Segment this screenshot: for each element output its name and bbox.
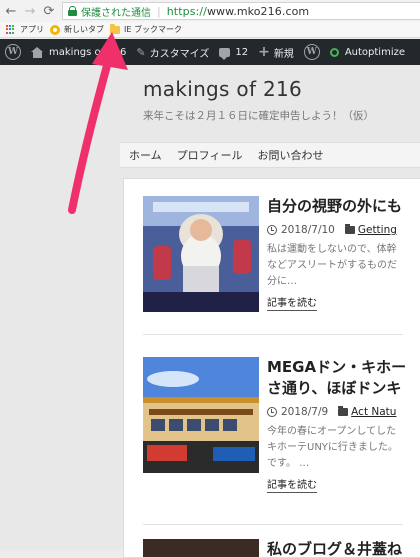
address-bar[interactable]: 保護された通信 | https://www.mko216.com — [62, 2, 420, 20]
post-thumbnail[interactable] — [143, 539, 259, 557]
new-content-menu[interactable]: + 新規 — [253, 39, 299, 65]
post-meta: 2018/7/9 Act Natu — [267, 406, 420, 418]
bookmark-label: IE ブックマーク — [124, 25, 182, 34]
bookmark-label: アプリ — [20, 25, 44, 34]
excerpt-line: 分に… — [267, 276, 297, 287]
excerpt-line: キホーテUNYに行きました。 — [267, 442, 398, 453]
post-divider — [143, 524, 403, 525]
thumbnail-image — [143, 196, 259, 312]
post-title-line: さ通り、ほぼドンキ — [267, 379, 402, 397]
excerpt-line: です。 … — [267, 458, 310, 469]
url-text: https://www.mko216.com — [167, 5, 310, 18]
brush-icon: ✎ — [136, 45, 146, 59]
post-thumbnail[interactable] — [143, 196, 259, 312]
bookmarks-bar: アプリ 新しいタブ IE ブックマーク — [0, 22, 420, 38]
read-more-link[interactable]: 記事を読む — [267, 476, 317, 493]
site-description: 来年こそは２月１６日に確定申告しよう！（仮） — [143, 110, 374, 122]
post-date: 2018/7/10 — [281, 224, 335, 236]
folder-icon — [338, 406, 349, 416]
bookmark-ie[interactable]: IE ブックマーク — [110, 22, 182, 38]
new-label: 新規 — [273, 48, 294, 60]
page: makings of 216 来年こそは２月１６日に確定申告しよう！（仮） ホー… — [0, 65, 420, 558]
wordpress-icon: W — [303, 44, 320, 60]
autoptimize-menu[interactable]: Autoptimize — [325, 39, 410, 65]
post-title[interactable]: 自分の視野の外にも — [267, 196, 420, 217]
site-name-menu[interactable]: makings of 216 — [26, 39, 131, 65]
comments-menu[interactable]: 12 — [214, 39, 253, 65]
post-body: 私のブログ＆井蓋ね — [267, 539, 420, 557]
autoptimize-label: Autoptimize — [344, 46, 405, 58]
secure-label: 保護された通信 — [81, 7, 151, 19]
excerpt-line: 今年の春にオープンしてした — [267, 426, 397, 437]
post-item: MEGAドン・キホー さ通り、ほぼドンキ 2018/7/9 Act Natu 今… — [143, 357, 420, 493]
back-button[interactable]: ← — [3, 3, 19, 19]
browser-toolbar: ← → ⟳ 保護された通信 | https://www.mko216.com — [0, 0, 420, 22]
post-body: 自分の視野の外にも 2018/7/10 Getting 私は運動をしないので、体… — [267, 196, 420, 311]
customize-menu[interactable]: ✎ カスタマイズ — [131, 39, 214, 65]
excerpt-line: などアスリートがするものだ — [267, 260, 397, 271]
comment-icon — [219, 47, 231, 60]
post-excerpt: 私は運動をしないので、体幹 などアスリートがするものだ 分に… — [267, 242, 420, 290]
customize-label: カスタマイズ — [149, 48, 210, 60]
post-title-line: MEGAドン・キホー — [267, 358, 407, 376]
bookmark-newtab[interactable]: 新しいタブ — [50, 22, 104, 38]
thumbnail-image — [143, 357, 259, 473]
nav-item-home[interactable]: ホーム — [129, 147, 162, 163]
wordpress-icon: W — [5, 44, 21, 60]
category-link[interactable]: Getting — [358, 224, 397, 236]
folder-icon — [344, 224, 355, 234]
site-header: makings of 216 来年こそは２月１６日に確定申告しよう！（仮） — [0, 65, 420, 142]
clock-icon — [267, 225, 277, 235]
post-thumbnail[interactable] — [143, 357, 259, 473]
folder-icon — [110, 23, 120, 34]
nav-item-profile[interactable]: プロフィール — [177, 147, 243, 163]
post-title[interactable]: MEGAドン・キホー さ通り、ほぼドンキ — [267, 357, 420, 399]
excerpt-line: 私は運動をしないので、体幹 — [267, 244, 397, 255]
post-title[interactable]: 私のブログ＆井蓋ね — [267, 539, 420, 557]
bookmark-apps[interactable]: アプリ — [6, 22, 44, 38]
nav-item-contact[interactable]: お問い合わせ — [257, 147, 323, 163]
home-icon — [31, 46, 44, 58]
post-excerpt: 今年の春にオープンしてした キホーテUNYに行きました。 です。 … — [267, 424, 420, 472]
post-item: 私のブログ＆井蓋ね — [143, 539, 420, 557]
read-more-link[interactable]: 記事を読む — [267, 294, 317, 311]
newtab-favicon-icon — [50, 24, 60, 35]
category-link[interactable]: Act Natu — [351, 406, 396, 418]
plus-icon: + — [258, 44, 270, 60]
site-name-label: makings of 216 — [49, 46, 127, 58]
status-dot-icon — [329, 47, 339, 57]
reload-button[interactable]: ⟳ — [41, 3, 57, 19]
post-item: 自分の視野の外にも 2018/7/10 Getting 私は運動をしないので、体… — [143, 196, 420, 326]
lock-icon — [68, 6, 77, 16]
wp-admin-bar: W makings of 216 ✎ カスタマイズ 12 + 新規 W Auto… — [0, 39, 420, 65]
omnibox-separator: | — [157, 4, 161, 18]
main-nav: ホーム プロフィール お問い合わせ — [120, 142, 420, 168]
comments-count: 12 — [235, 46, 249, 58]
clock-icon — [267, 407, 277, 417]
plugin-menu[interactable]: W — [299, 39, 325, 65]
url-host: www.mko216.com — [206, 4, 310, 18]
wp-logo-menu[interactable]: W — [0, 39, 26, 65]
post-date: 2018/7/9 — [281, 406, 329, 418]
site-title[interactable]: makings of 216 — [143, 77, 302, 101]
post-divider — [143, 334, 403, 335]
apps-icon — [6, 24, 16, 35]
bookmark-label: 新しいタブ — [64, 25, 104, 34]
forward-button[interactable]: → — [22, 3, 38, 19]
post-list: 自分の視野の外にも 2018/7/10 Getting 私は運動をしないので、体… — [123, 178, 420, 558]
post-meta: 2018/7/10 Getting — [267, 224, 420, 236]
url-scheme: https:// — [166, 4, 207, 18]
post-body: MEGAドン・キホー さ通り、ほぼドンキ 2018/7/9 Act Natu 今… — [267, 357, 420, 493]
